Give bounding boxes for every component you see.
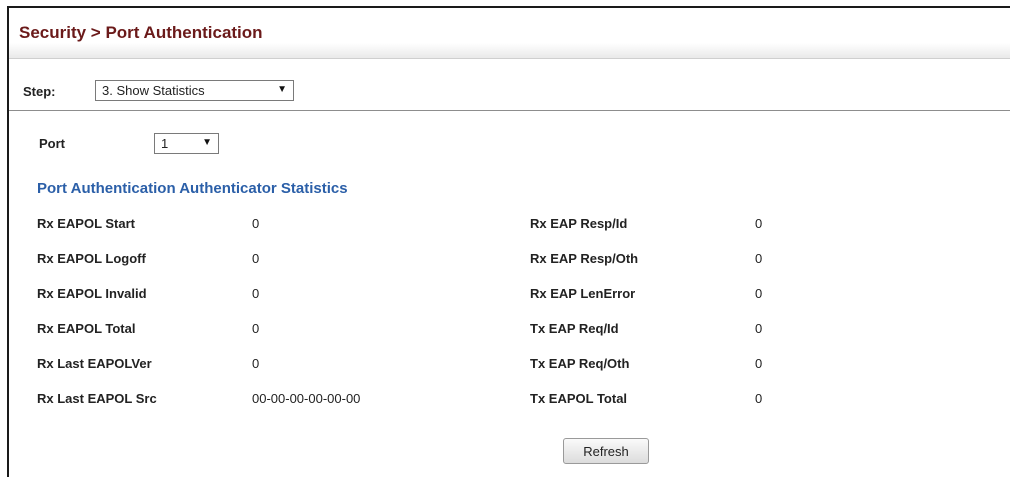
stat-label: Tx EAPOL Total [530,391,628,406]
stat-label: Rx Last EAPOL Src [37,391,157,406]
stat-value: 0 [252,321,260,336]
stat-label: Tx EAP Req/Id [530,321,619,336]
content-frame: Security > Port Authentication Step: 3. … [7,6,1010,477]
stat-value: 0 [755,391,763,406]
port-select[interactable]: 1 ▼ [154,133,219,154]
port-select-value: 1 [161,136,169,151]
stat-value: 0 [252,286,260,301]
stat-value: 0 [755,286,763,301]
title-bar: Security > Port Authentication [9,8,1010,59]
stat-label: Rx EAP Resp/Oth [530,251,639,266]
stat-label: Rx Last EAPOLVer [37,356,152,371]
stat-value: 0 [755,251,763,266]
stat-label: Tx EAP Req/Oth [530,356,630,371]
step-select-value: 3. Show Statistics [102,83,205,98]
page-title: Security > Port Authentication [19,23,263,42]
stat-value: 0 [755,216,763,231]
stat-value: 0 [252,356,260,371]
step-row: Step: 3. Show Statistics ▼ [9,70,1010,111]
stat-value: 0 [755,356,763,371]
stat-label: Rx EAPOL Total [37,321,136,336]
stat-label: Rx EAPOL Logoff [37,251,146,266]
stat-value: 00-00-00-00-00-00 [252,391,361,406]
stat-value: 0 [252,216,260,231]
step-label: Step: [23,84,56,99]
stat-value: 0 [755,321,763,336]
stat-label: Rx EAPOL Invalid [37,286,147,301]
stat-label: Rx EAP LenError [530,286,636,301]
stat-label: Rx EAP Resp/Id [530,216,628,231]
step-select[interactable]: 3. Show Statistics ▼ [95,80,294,101]
chevron-down-icon: ▼ [277,84,287,95]
stat-value: 0 [252,251,260,266]
refresh-button[interactable]: Refresh [563,438,649,464]
port-label: Port [39,136,65,151]
section-title: Port Authentication Authenticator Statis… [37,180,348,197]
chevron-down-icon: ▼ [202,137,212,148]
stat-label: Rx EAPOL Start [37,216,136,231]
